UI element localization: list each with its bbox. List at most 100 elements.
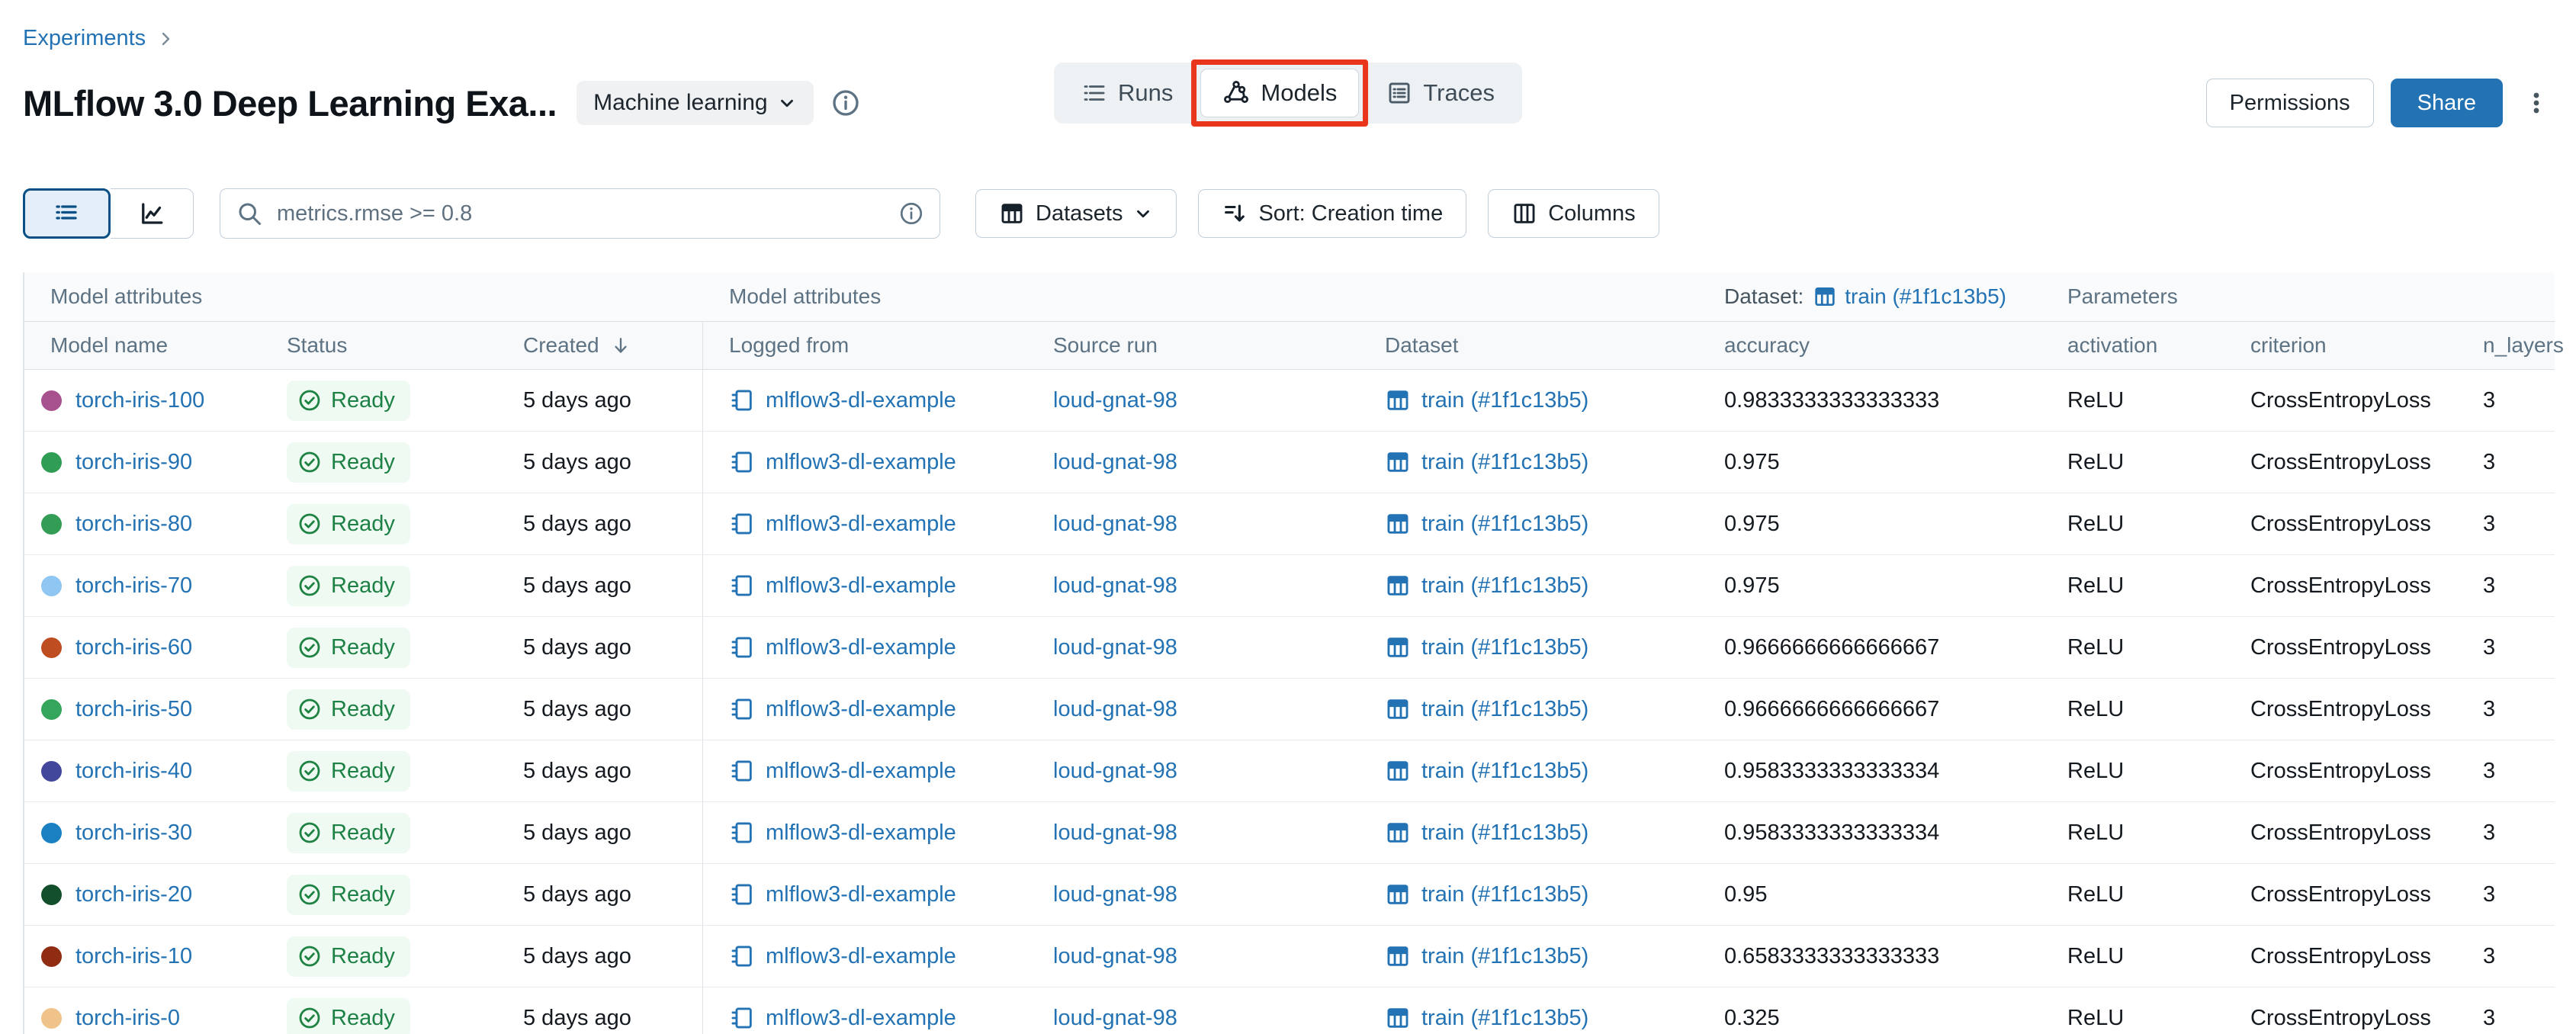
model-name-cell: torch-iris-80	[24, 493, 261, 554]
model-name-link[interactable]: torch-iris-40	[75, 759, 192, 784]
source-run-link[interactable]: loud-gnat-98	[1053, 1006, 1177, 1031]
logged-from-link[interactable]: mlflow3-dl-example	[766, 759, 956, 784]
sort-button[interactable]: Sort: Creation time	[1198, 189, 1466, 238]
column-header-n-layers[interactable]: n_layers	[2457, 322, 2564, 369]
created-label: 5 days ago	[523, 944, 631, 969]
dataset-link[interactable]: train (#1f1c13b5)	[1421, 450, 1588, 475]
criterion-value: CrossEntropyLoss	[2250, 697, 2431, 722]
logged-from-link[interactable]: mlflow3-dl-example	[766, 1006, 956, 1031]
list-view-toggle[interactable]	[23, 188, 111, 239]
created-cell: 5 days ago	[497, 864, 703, 925]
dataset-cell: train (#1f1c13b5)	[1359, 926, 1698, 987]
tab-runs[interactable]: Runs	[1060, 69, 1194, 117]
logged-from-link[interactable]: mlflow3-dl-example	[766, 450, 956, 475]
search-box	[220, 188, 940, 239]
source-run-link[interactable]: loud-gnat-98	[1053, 573, 1177, 599]
dataset-link[interactable]: train (#1f1c13b5)	[1421, 820, 1588, 846]
logged-from-link[interactable]: mlflow3-dl-example	[766, 388, 956, 413]
model-name-link[interactable]: torch-iris-100	[75, 388, 204, 413]
logged-from-link[interactable]: mlflow3-dl-example	[766, 882, 956, 907]
search-info-icon[interactable]	[898, 201, 924, 226]
columns-button[interactable]: Columns	[1488, 189, 1659, 238]
datasets-filter-button[interactable]: Datasets	[975, 189, 1177, 238]
check-circle-icon	[297, 944, 322, 968]
source-run-link[interactable]: loud-gnat-98	[1053, 635, 1177, 660]
column-header-accuracy[interactable]: accuracy	[1698, 322, 2041, 369]
model-color-dot	[41, 637, 62, 658]
model-name-link[interactable]: torch-iris-90	[75, 450, 192, 475]
dataset-link[interactable]: train (#1f1c13b5)	[1421, 573, 1588, 599]
accuracy-value: 0.9583333333333334	[1724, 759, 1939, 784]
source-run-link[interactable]: loud-gnat-98	[1053, 882, 1177, 907]
accuracy-cell: 0.325	[1698, 987, 2041, 1034]
dataset-link[interactable]: train (#1f1c13b5)	[1421, 512, 1588, 537]
experiment-type-tag[interactable]: Machine learning	[577, 81, 813, 125]
table-icon	[1385, 758, 1411, 784]
n-layers-value: 3	[2483, 697, 2495, 722]
dataset-link[interactable]: train (#1f1c13b5)	[1421, 759, 1588, 784]
logged-from-link[interactable]: mlflow3-dl-example	[766, 573, 956, 599]
column-header-status[interactable]: Status	[261, 322, 497, 369]
dataset-link[interactable]: train (#1f1c13b5)	[1421, 944, 1588, 969]
source-run-link[interactable]: loud-gnat-98	[1053, 450, 1177, 475]
dataset-link[interactable]: train (#1f1c13b5)	[1421, 1006, 1588, 1031]
model-color-dot	[41, 885, 62, 905]
tab-runs-label: Runs	[1118, 79, 1173, 107]
overflow-menu-icon[interactable]	[2520, 79, 2553, 127]
info-icon[interactable]	[830, 88, 861, 118]
source-run-link[interactable]: loud-gnat-98	[1053, 388, 1177, 413]
model-color-dot	[41, 761, 62, 782]
dataset-cell: train (#1f1c13b5)	[1359, 987, 1698, 1034]
model-name-link[interactable]: torch-iris-10	[75, 944, 192, 969]
source-run-link[interactable]: loud-gnat-98	[1053, 697, 1177, 722]
table-icon	[1813, 284, 1837, 309]
column-header-criterion[interactable]: criterion	[2224, 322, 2457, 369]
dataset-link[interactable]: train (#1f1c13b5)	[1421, 882, 1588, 907]
logged-from-link[interactable]: mlflow3-dl-example	[766, 635, 956, 660]
logged-from-link[interactable]: mlflow3-dl-example	[766, 697, 956, 722]
dataset-link[interactable]: train (#1f1c13b5)	[1421, 388, 1588, 413]
column-header-model-name[interactable]: Model name	[24, 322, 261, 369]
source-run-link[interactable]: loud-gnat-98	[1053, 759, 1177, 784]
model-name-link[interactable]: torch-iris-20	[75, 882, 192, 907]
column-header-logged-from[interactable]: Logged from	[703, 322, 1027, 369]
status-badge-label: Ready	[331, 759, 395, 784]
created-label: 5 days ago	[523, 450, 631, 475]
source-run-cell: loud-gnat-98	[1027, 802, 1359, 863]
model-name-link[interactable]: torch-iris-30	[75, 820, 192, 846]
accuracy-cell: 0.9833333333333333	[1698, 370, 2041, 431]
criterion-cell: CrossEntropyLoss	[2224, 370, 2457, 431]
dataset-link[interactable]: train (#1f1c13b5)	[1421, 635, 1588, 660]
criterion-value: CrossEntropyLoss	[2250, 944, 2431, 969]
logged-from-link[interactable]: mlflow3-dl-example	[766, 820, 956, 846]
logged-from-link[interactable]: mlflow3-dl-example	[766, 944, 956, 969]
permissions-button[interactable]: Permissions	[2206, 79, 2374, 127]
share-button[interactable]: Share	[2391, 79, 2503, 127]
column-header-dataset[interactable]: Dataset	[1359, 322, 1698, 369]
logged-from-link[interactable]: mlflow3-dl-example	[766, 512, 956, 537]
model-name-link[interactable]: torch-iris-0	[75, 1006, 180, 1031]
status-badge: Ready	[287, 381, 410, 421]
model-name-link[interactable]: torch-iris-80	[75, 512, 192, 537]
model-name-link[interactable]: torch-iris-70	[75, 573, 192, 599]
group-dataset-link[interactable]: train (#1f1c13b5)	[1813, 284, 2006, 309]
search-input[interactable]	[275, 201, 886, 227]
check-circle-icon	[297, 388, 322, 413]
accuracy-value: 0.9833333333333333	[1724, 388, 1939, 413]
tab-models[interactable]: Models	[1200, 69, 1359, 117]
source-run-cell: loud-gnat-98	[1027, 864, 1359, 925]
breadcrumb-experiments-link[interactable]: Experiments	[23, 26, 146, 51]
source-run-link[interactable]: loud-gnat-98	[1053, 820, 1177, 846]
dataset-link[interactable]: train (#1f1c13b5)	[1421, 697, 1588, 722]
model-name-link[interactable]: torch-iris-60	[75, 635, 192, 660]
status-cell: Ready	[261, 493, 497, 554]
group-dataset-label: Dataset:	[1724, 284, 1804, 309]
column-header-created[interactable]: Created	[497, 322, 703, 369]
column-header-activation[interactable]: activation	[2041, 322, 2224, 369]
source-run-link[interactable]: loud-gnat-98	[1053, 944, 1177, 969]
tab-traces[interactable]: Traces	[1365, 69, 1516, 117]
model-name-link[interactable]: torch-iris-50	[75, 697, 192, 722]
chart-view-toggle[interactable]	[111, 188, 194, 239]
source-run-link[interactable]: loud-gnat-98	[1053, 512, 1177, 537]
column-header-source-run[interactable]: Source run	[1027, 322, 1359, 369]
